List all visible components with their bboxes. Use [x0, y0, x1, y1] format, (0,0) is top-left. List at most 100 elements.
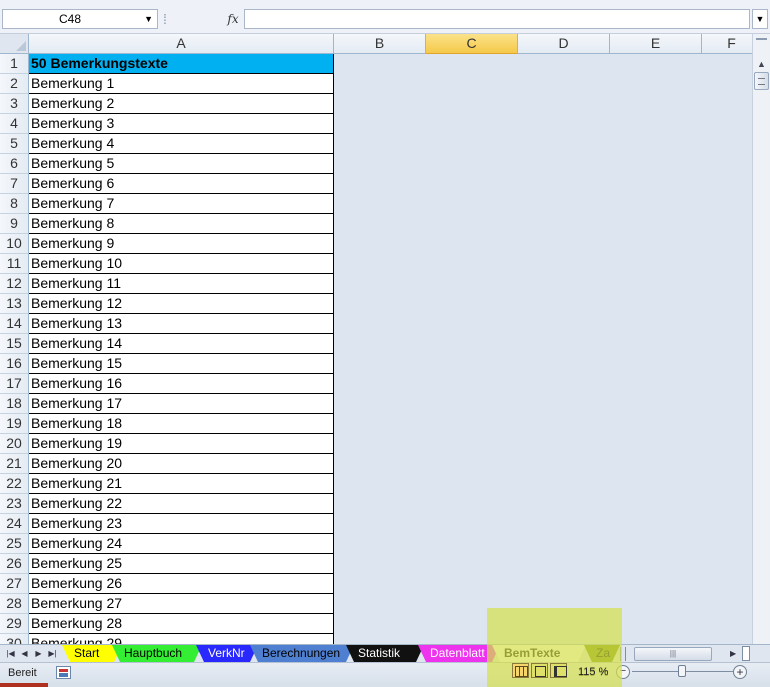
name-box[interactable]: C48 ▼	[2, 9, 158, 29]
row-header[interactable]: 19	[0, 414, 29, 434]
cell-a[interactable]: Bemerkung 24	[29, 534, 334, 554]
row-header[interactable]: 23	[0, 494, 29, 514]
row-header[interactable]: 21	[0, 454, 29, 474]
row-header[interactable]: 28	[0, 594, 29, 614]
formula-bar-separator-icon[interactable]: ⁞	[160, 7, 170, 31]
row-header[interactable]: 20	[0, 434, 29, 454]
cell-a[interactable]: Bemerkung 2	[29, 94, 334, 114]
column-header-f[interactable]: F	[702, 34, 752, 54]
select-all-button[interactable]	[0, 34, 29, 54]
cell-a[interactable]: Bemerkung 12	[29, 294, 334, 314]
worksheet-grid[interactable]: ABCDEF 1 50 Bemerkungstexte 2 Bemerkung 13B…	[0, 34, 752, 644]
split-box-icon[interactable]	[742, 646, 750, 661]
row-header[interactable]: 12	[0, 274, 29, 294]
scroll-up-icon[interactable]: ▲	[754, 56, 769, 72]
formula-input[interactable]	[244, 9, 750, 29]
row-header[interactable]: 9	[0, 214, 29, 234]
header-cell[interactable]: 50 Bemerkungstexte	[29, 54, 334, 74]
expand-formula-bar-icon[interactable]: ▼	[752, 9, 768, 29]
row-header[interactable]: 2	[0, 74, 29, 94]
row-header[interactable]: 16	[0, 354, 29, 374]
scroll-right-icon[interactable]: ▶	[730, 647, 736, 661]
sheet-tab-berechnungen[interactable]: Berechnungen	[250, 645, 354, 662]
cell-a[interactable]: Bemerkung 21	[29, 474, 334, 494]
cell-a[interactable]: Bemerkung 4	[29, 134, 334, 154]
row-header[interactable]: 15	[0, 334, 29, 354]
last-sheet-icon[interactable]: ▶|	[46, 647, 59, 661]
cell-a[interactable]: Bemerkung 3	[29, 114, 334, 134]
previous-sheet-icon[interactable]: ◀	[18, 647, 31, 661]
cell-a[interactable]: Bemerkung 20	[29, 454, 334, 474]
row-header[interactable]: 29	[0, 614, 29, 634]
table-row: 6 Bemerkung 5	[0, 154, 334, 174]
sheet-tab-verknr[interactable]: VerkNr	[196, 645, 258, 662]
cell-a[interactable]: Bemerkung 23	[29, 514, 334, 534]
row-header[interactable]: 30	[0, 634, 29, 644]
sheet-tab-start[interactable]: Start	[62, 645, 122, 662]
row-header[interactable]: 18	[0, 394, 29, 414]
name-box-value: C48	[59, 12, 82, 26]
cell-a[interactable]: Bemerkung 17	[29, 394, 334, 414]
cell-a[interactable]: Bemerkung 14	[29, 334, 334, 354]
page-break-preview-icon[interactable]	[550, 663, 567, 678]
row-header[interactable]: 6	[0, 154, 29, 174]
insert-function-icon[interactable]: fx	[224, 9, 242, 29]
row-header[interactable]: 10	[0, 234, 29, 254]
row-header[interactable]: 8	[0, 194, 29, 214]
zoom-in-button[interactable]: +	[733, 665, 747, 679]
cell-a[interactable]: Bemerkung 15	[29, 354, 334, 374]
cell-a[interactable]: Bemerkung 7	[29, 194, 334, 214]
cell-a[interactable]: Bemerkung 29	[29, 634, 334, 644]
cell-a[interactable]: Bemerkung 26	[29, 574, 334, 594]
cell-a[interactable]: Bemerkung 11	[29, 274, 334, 294]
vertical-scrollbar[interactable]: ▲	[752, 34, 770, 644]
macro-record-icon[interactable]	[56, 666, 71, 679]
row-header[interactable]: 4	[0, 114, 29, 134]
cell-a[interactable]: Bemerkung 25	[29, 554, 334, 574]
page-layout-view-icon[interactable]	[531, 663, 548, 678]
row-header[interactable]: 3	[0, 94, 29, 114]
split-handle-icon[interactable]	[756, 38, 767, 50]
cell-a[interactable]: Bemerkung 6	[29, 174, 334, 194]
cell-a[interactable]: Bemerkung 22	[29, 494, 334, 514]
row-header[interactable]: 11	[0, 254, 29, 274]
cell-a[interactable]: Bemerkung 1	[29, 74, 334, 94]
cell-a[interactable]: Bemerkung 9	[29, 234, 334, 254]
next-sheet-icon[interactable]: ▶	[32, 647, 45, 661]
row-header[interactable]: 1	[0, 54, 29, 74]
row-header[interactable]: 17	[0, 374, 29, 394]
row-header[interactable]: 24	[0, 514, 29, 534]
cell-a[interactable]: Bemerkung 13	[29, 314, 334, 334]
cell-a[interactable]: Bemerkung 27	[29, 594, 334, 614]
cell-a[interactable]: Bemerkung 5	[29, 154, 334, 174]
cell-a[interactable]: Bemerkung 19	[29, 434, 334, 454]
row-header[interactable]: 25	[0, 534, 29, 554]
row-header[interactable]: 22	[0, 474, 29, 494]
row-header[interactable]: 14	[0, 314, 29, 334]
column-header-e[interactable]: E	[610, 34, 702, 54]
row-header[interactable]: 27	[0, 574, 29, 594]
horizontal-scrollbar[interactable]: ||| ▶	[628, 646, 752, 662]
cell-a[interactable]: Bemerkung 28	[29, 614, 334, 634]
first-sheet-icon[interactable]: |◀	[4, 647, 17, 661]
sheet-tab-statistik[interactable]: Statistik	[346, 645, 424, 662]
horizontal-scroll-thumb[interactable]: |||	[634, 647, 712, 661]
row-header[interactable]: 26	[0, 554, 29, 574]
cell-a[interactable]: Bemerkung 8	[29, 214, 334, 234]
column-header-d[interactable]: D	[518, 34, 610, 54]
sheet-tab-hauptbuch[interactable]: Hauptbuch	[112, 645, 202, 662]
zoom-slider-handle[interactable]	[678, 665, 686, 677]
column-header-c[interactable]: C	[426, 34, 518, 54]
chevron-down-icon[interactable]: ▼	[144, 10, 153, 28]
normal-view-icon[interactable]	[512, 663, 529, 678]
row-header[interactable]: 5	[0, 134, 29, 154]
zoom-level-overlay[interactable]: 115 %	[578, 665, 608, 679]
column-header-b[interactable]: B	[334, 34, 426, 54]
vertical-scroll-thumb[interactable]	[754, 72, 769, 90]
row-header[interactable]: 13	[0, 294, 29, 314]
row-header[interactable]: 7	[0, 174, 29, 194]
cell-a[interactable]: Bemerkung 10	[29, 254, 334, 274]
cell-a[interactable]: Bemerkung 16	[29, 374, 334, 394]
column-header-a[interactable]: A	[29, 34, 334, 54]
cell-a[interactable]: Bemerkung 18	[29, 414, 334, 434]
